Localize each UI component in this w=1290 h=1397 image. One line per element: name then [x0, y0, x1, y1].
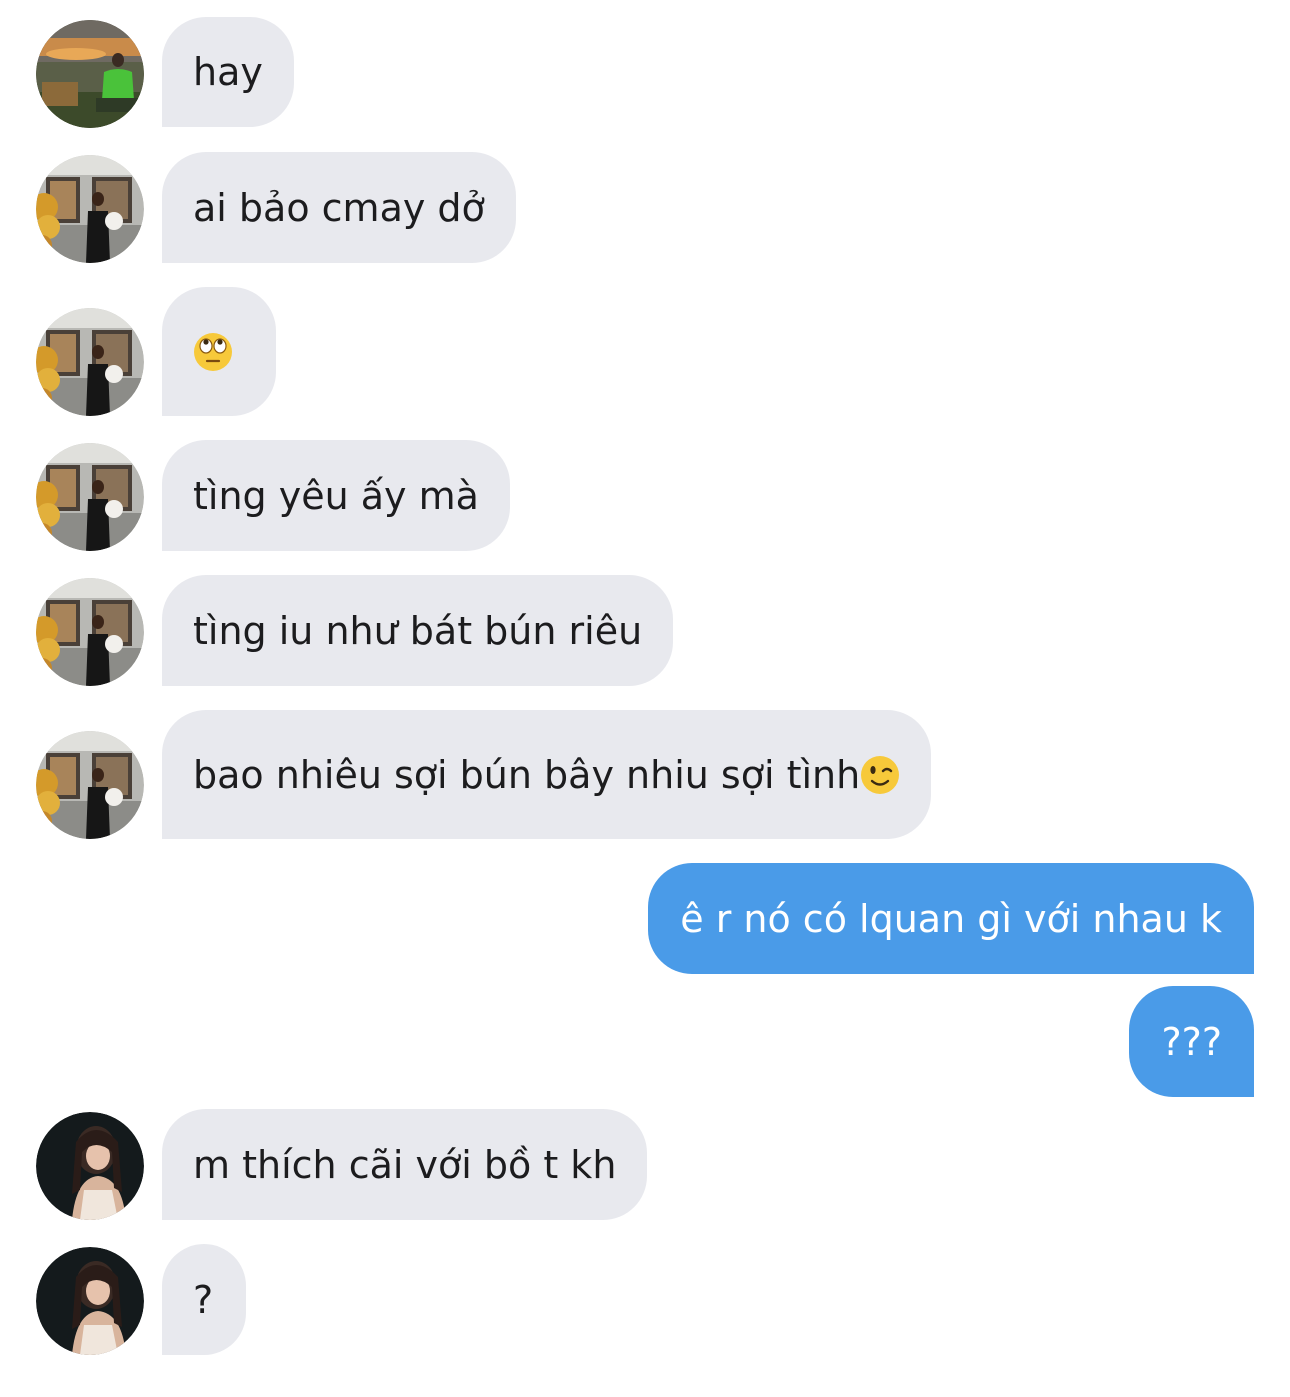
avatar[interactable]: [36, 443, 144, 551]
avatar[interactable]: [36, 308, 144, 416]
message-row: m thích cãi với bồ t kh: [0, 1109, 1290, 1220]
avatar[interactable]: [36, 578, 144, 686]
message-bubble-outgoing[interactable]: ???: [1129, 986, 1254, 1097]
avatar-photo-icon: [36, 443, 144, 551]
avatar[interactable]: [36, 155, 144, 263]
message-text: ai bảo cmay dở: [193, 185, 485, 230]
message-text: ê r nó có lquan gì với nhau k: [680, 896, 1222, 941]
winking-face-emoji-icon: [860, 755, 900, 795]
message-text: bao nhiêu sợi bún bây nhiu sợi tình: [193, 752, 861, 797]
message-text: ???: [1161, 1019, 1222, 1064]
message-row: tìng yêu ấy mà: [0, 440, 1290, 551]
avatar-photo-icon: [36, 578, 144, 686]
message-row: ai bảo cmay dở: [0, 152, 1290, 263]
message-text: hay: [193, 50, 263, 94]
avatar-photo-icon: [36, 155, 144, 263]
message-bubble-incoming[interactable]: bao nhiêu sợi bún bây nhiu sợi tình: [162, 710, 932, 839]
avatar-photo-icon: [36, 1247, 144, 1355]
rolling-eyes-emoji-icon: [193, 332, 233, 372]
message-bubble-incoming[interactable]: [162, 287, 276, 416]
avatar-photo-icon: [36, 731, 144, 839]
message-bubble-outgoing[interactable]: ê r nó có lquan gì với nhau k: [648, 863, 1254, 974]
message-bubble-incoming[interactable]: tìng yêu ấy mà: [162, 440, 510, 551]
avatar-photo-icon: [36, 1112, 144, 1220]
avatar[interactable]: [36, 20, 144, 128]
message-text: m thích cãi với bồ t kh: [193, 1142, 617, 1187]
avatar-photo-icon: [36, 20, 144, 128]
message-row: ???: [0, 986, 1290, 1097]
message-row: bao nhiêu sợi bún bây nhiu sợi tình: [0, 710, 1290, 839]
avatar[interactable]: [36, 1247, 144, 1355]
avatar[interactable]: [36, 1112, 144, 1220]
message-bubble-incoming[interactable]: ai bảo cmay dở: [162, 152, 516, 263]
message-bubble-incoming[interactable]: tìng iu như bát bún riêu: [162, 575, 674, 686]
message-row: tìng iu như bát bún riêu: [0, 575, 1290, 686]
message-row: hay: [0, 17, 1290, 128]
message-row: ?: [0, 1244, 1290, 1355]
message-bubble-incoming[interactable]: ?: [162, 1244, 246, 1355]
message-bubble-incoming[interactable]: hay: [162, 17, 294, 127]
avatar-photo-icon: [36, 308, 144, 416]
message-text: ?: [193, 1277, 214, 1322]
message-row: ê r nó có lquan gì với nhau k: [0, 863, 1290, 974]
avatar[interactable]: [36, 731, 144, 839]
message-text: tìng iu như bát bún riêu: [193, 608, 643, 653]
message-row: [0, 287, 1290, 416]
message-bubble-incoming[interactable]: m thích cãi với bồ t kh: [162, 1109, 648, 1220]
message-text: tìng yêu ấy mà: [193, 473, 479, 518]
